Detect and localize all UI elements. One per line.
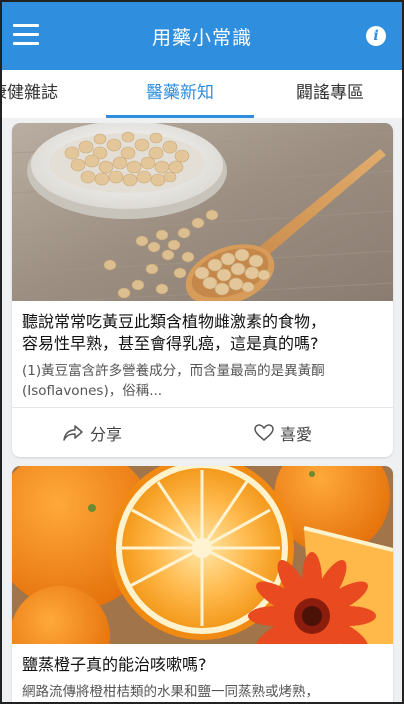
- info-icon[interactable]: i: [366, 26, 386, 46]
- article-headline[interactable]: 聽說常常吃黃豆此類含植物雌激素的食物， 容易性早熟，甚至會得乳癌，這是真的嗎?: [12, 311, 393, 355]
- app-title: 用藥小常識: [151, 26, 252, 49]
- tab-bar: 康健雜誌 醫藥新知 闢謠專區: [2, 70, 402, 118]
- article-card[interactable]: 聽說常常吃黃豆此類含植物雌激素的食物， 容易性早熟，甚至會得乳癌，這是真的嗎? …: [12, 123, 393, 457]
- article-actions: 分享 喜愛: [12, 407, 393, 457]
- heart-outline-icon: [254, 424, 274, 441]
- tab-health-magazine[interactable]: 康健雜誌: [2, 70, 82, 118]
- headline-line: 容易性早熟，甚至會得乳癌，這是真的嗎?: [22, 334, 319, 353]
- snippet-line: (1)黃豆富含許多營養成分，而含量最高的是異黃酮: [22, 363, 325, 379]
- tab-medical-news[interactable]: 醫藥新知: [106, 70, 254, 118]
- headline-line: 鹽蒸橙子真的能治咳嗽嗎?: [22, 655, 207, 674]
- hamburger-menu-icon[interactable]: [13, 24, 39, 46]
- soybeans-image: [12, 123, 393, 301]
- snippet-line: (Isoflavones)，俗稱...: [22, 383, 163, 399]
- like-label: 喜愛: [280, 425, 313, 444]
- share-label: 分享: [90, 425, 123, 444]
- snippet-line: 網路流傳將橙柑桔類的水果和鹽一同蒸熟或烤熟，: [22, 684, 319, 700]
- app-bar: 用藥小常識 i: [2, 2, 402, 70]
- share-arrow-icon: [63, 425, 83, 441]
- active-tab-indicator: [106, 115, 254, 118]
- tab-rumor-busting[interactable]: 闢謠專區: [280, 70, 380, 118]
- oranges-image: [12, 466, 393, 644]
- headline-line: 聽說常常吃黃豆此類含植物雌激素的食物，: [22, 312, 327, 331]
- article-card[interactable]: 鹽蒸橙子真的能治咳嗽嗎? 網路流傳將橙柑桔類的水果和鹽一同蒸熟或烤熟，: [12, 466, 393, 702]
- app-screen: 用藥小常識 i 康健雜誌 醫藥新知 闢謠專區: [0, 0, 404, 704]
- like-button[interactable]: 喜愛: [254, 408, 312, 457]
- article-snippet: 網路流傳將橙柑桔類的水果和鹽一同蒸熟或烤熟，: [12, 682, 393, 702]
- share-button[interactable]: 分享: [62, 408, 122, 457]
- article-snippet: (1)黃豆富含許多營養成分，而含量最高的是異黃酮 (Isoflavones)，俗…: [12, 361, 393, 401]
- article-headline[interactable]: 鹽蒸橙子真的能治咳嗽嗎?: [12, 654, 393, 676]
